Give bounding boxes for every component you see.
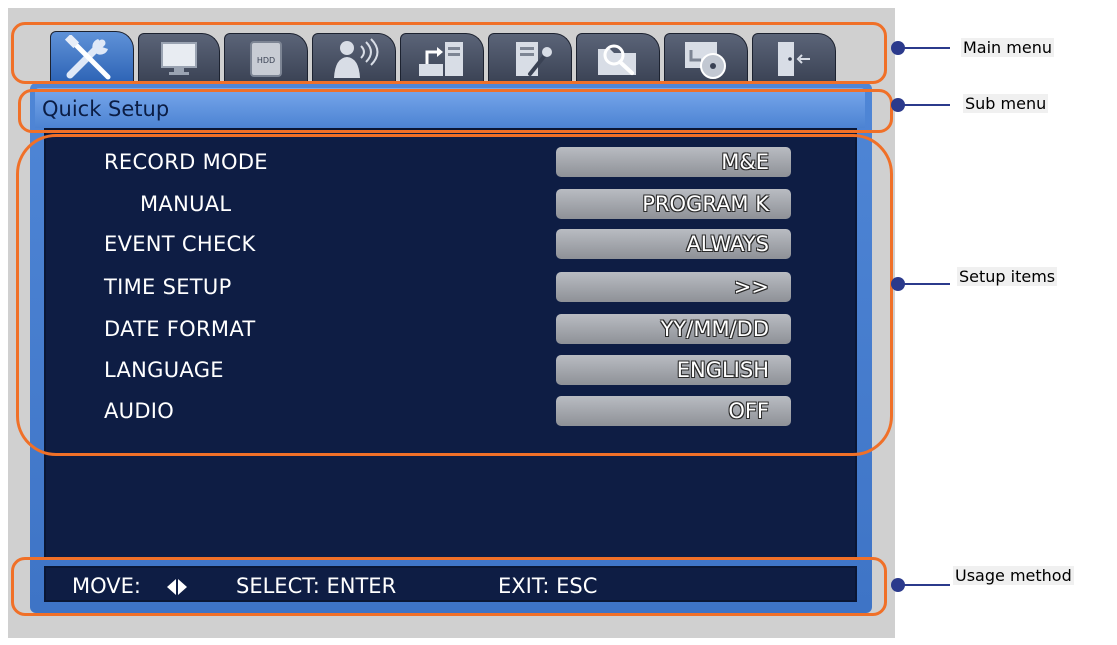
callout-line-setup-items <box>898 283 950 285</box>
sub-menu-highlight <box>18 89 893 133</box>
setup-items-highlight <box>16 134 893 456</box>
callout-line-usage-method <box>898 584 950 586</box>
callout-setup-items: Setup items <box>957 267 1058 286</box>
main-menu-highlight <box>11 22 887 84</box>
callout-main-menu: Main menu <box>961 38 1054 57</box>
usage-method-highlight <box>11 557 887 616</box>
callout-sub-menu: Sub menu <box>963 94 1049 113</box>
callout-line-sub-menu <box>898 104 950 106</box>
callout-usage-method: Usage method <box>953 566 1074 585</box>
callout-line-main-menu <box>898 47 950 49</box>
